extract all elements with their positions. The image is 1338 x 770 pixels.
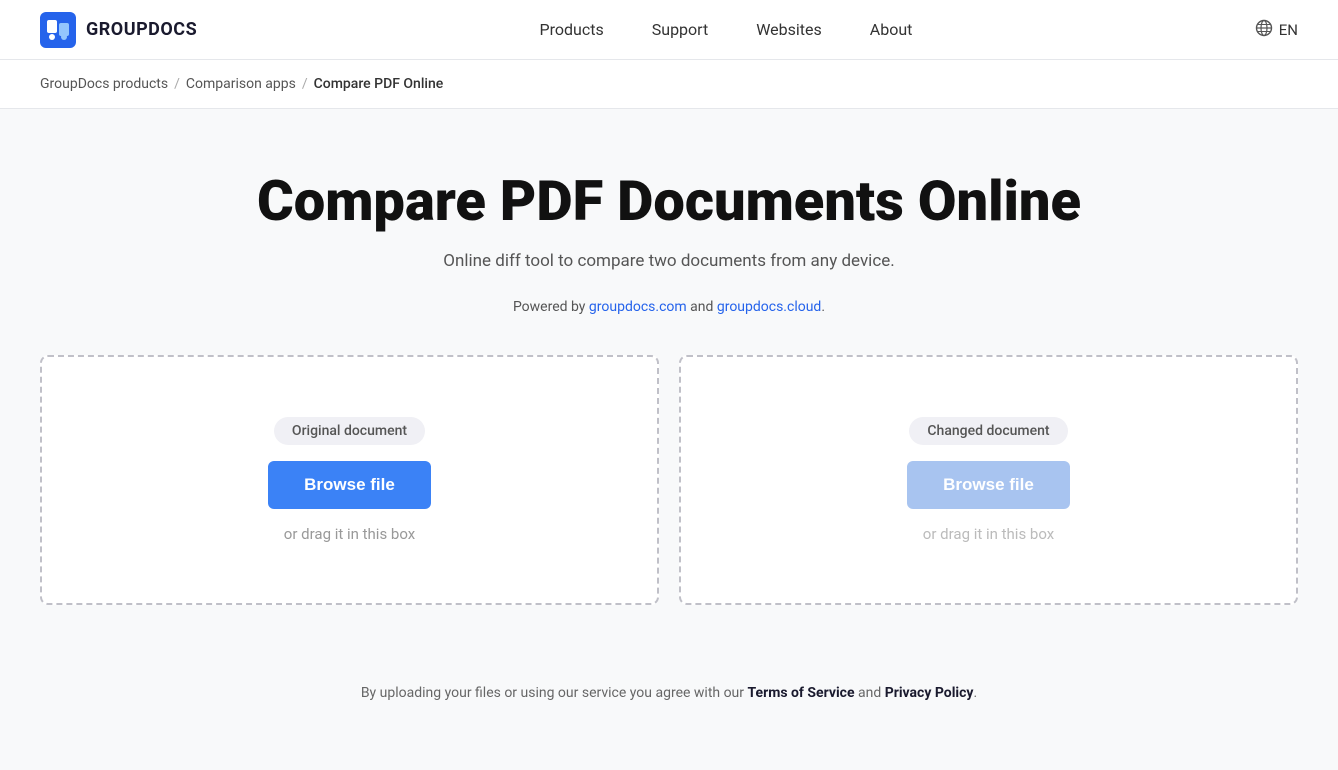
globe-icon [1255,19,1273,41]
nav-websites[interactable]: Websites [756,20,822,39]
footer-and-text: and [855,685,885,701]
browse-file-button-right[interactable]: Browse file [907,461,1070,509]
upload-box-original[interactable]: Original document Browse file or drag it… [40,355,659,605]
main-nav: Products Support Websites About [540,20,913,39]
breadcrumb: GroupDocs products / Comparison apps / C… [0,60,1338,109]
browse-file-button-left[interactable]: Browse file [268,461,431,509]
powered-by-prefix: Powered by [513,299,589,315]
nav-products[interactable]: Products [540,20,604,39]
changed-doc-label: Changed document [909,417,1067,445]
footer-text-suffix: . [973,685,977,701]
powered-by: Powered by groupdocs.com and groupdocs.c… [513,299,825,315]
logo-icon [40,12,76,48]
privacy-policy-link[interactable]: Privacy Policy [885,685,974,701]
original-doc-label: Original document [274,417,425,445]
footer-legal-text: By uploading your files or using our ser… [361,685,977,701]
language-selector[interactable]: EN [1255,19,1298,41]
footer-legal-section: By uploading your files or using our ser… [0,685,1338,701]
drag-text-left: or drag it in this box [284,525,415,543]
breadcrumb-comparison[interactable]: Comparison apps [186,76,296,92]
powered-by-link1[interactable]: groupdocs.com [589,299,687,315]
language-label: EN [1279,21,1298,39]
page-title: Compare PDF Documents Online [257,169,1081,233]
nav-support[interactable]: Support [652,20,708,39]
breadcrumb-sep-1: / [174,76,180,92]
nav-about[interactable]: About [870,20,913,39]
powered-by-and: and [687,299,717,315]
drag-text-right: or drag it in this box [923,525,1054,543]
breadcrumb-current: Compare PDF Online [314,76,444,92]
upload-area: Original document Browse file or drag it… [40,355,1298,605]
terms-of-service-link[interactable]: Terms of Service [748,685,855,701]
upload-box-changed[interactable]: Changed document Browse file or drag it … [679,355,1298,605]
page-subtitle: Online diff tool to compare two document… [443,251,894,271]
main-content: Compare PDF Documents Online Online diff… [0,109,1338,645]
breadcrumb-sep-2: / [302,76,308,92]
logo[interactable]: GROUPDOCS [40,12,197,48]
breadcrumb-groupdocs[interactable]: GroupDocs products [40,76,168,92]
powered-by-suffix: . [821,299,825,315]
logo-text: GROUPDOCS [86,19,197,40]
site-header: GROUPDOCS Products Support Websites Abou… [0,0,1338,60]
footer-text-prefix: By uploading your files or using our ser… [361,685,748,701]
powered-by-link2[interactable]: groupdocs.cloud [717,299,822,315]
